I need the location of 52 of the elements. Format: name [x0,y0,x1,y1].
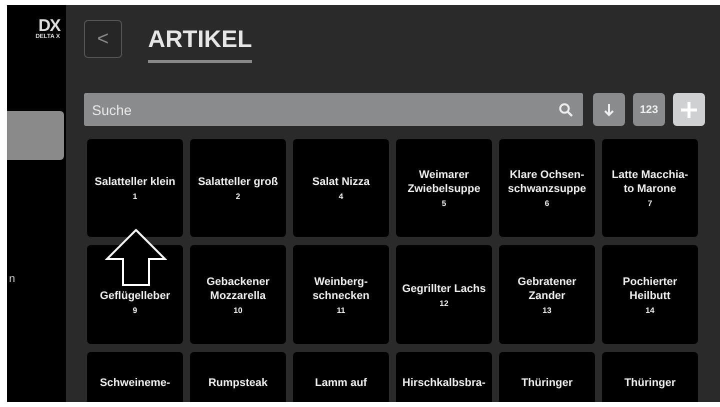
article-number: 9 [132,306,138,314]
article-number: 2 [236,192,240,201]
article-number: 5 [442,199,446,208]
article-name: Salatteller groß [198,175,278,189]
article-name: Hirschkalbsbra- [402,376,486,390]
article-name: Salat Nizza [312,175,370,189]
page-title: ARTIKEL [148,20,252,62]
article-tile[interactable]: Thüringer [602,352,698,402]
article-tile[interactable]: Gegrillter Lachs 12 [396,245,492,344]
article-tile[interactable]: Latte Macchia- to Marone 7 [602,139,698,237]
article-tile[interactable]: Gebratener Zander 13 [499,245,595,344]
article-tile[interactable]: Weimarer Zwiebelsuppe 5 [396,139,492,237]
article-tile[interactable]: Weinberg- schnecken 11 [293,245,389,344]
article-name: Salatteller klein [94,175,176,189]
article-number: 1 [132,192,138,201]
article-tile[interactable]: Salatteller klein 1 [87,139,183,237]
search-field[interactable]: Suche [84,93,583,126]
article-number: 11 [336,306,346,314]
article-number: 4 [338,192,344,201]
article-name: Thüringer [624,376,676,390]
article-tile[interactable]: Klare Ochsen- schwanzsuppe 6 [499,139,595,237]
article-tile[interactable]: Gebackener Mozzarella 10 [190,245,286,344]
back-button[interactable]: < [84,20,122,58]
sidebar-item[interactable]: n [7,254,64,303]
article-name: Weinberg- schnecken [312,274,370,302]
article-number: 12 [440,298,448,308]
article-tile[interactable]: Schweineme- [87,352,183,402]
article-name: Thüringer [521,376,573,390]
article-tile[interactable]: Lamm auf [293,352,389,402]
article-name: Rumpsteak [208,376,268,390]
article-number: 13 [542,306,552,314]
article-number: 6 [544,199,550,208]
article-name: Pochierter Heilbutt [622,274,678,302]
article-name: Gebratener Zander [518,274,576,302]
article-number: 7 [648,199,652,208]
article-tile[interactable]: Salat Nizza 4 [293,139,389,237]
article-name: Gegrillter Lachs [402,282,486,296]
article-name: Geflügelleber [100,288,170,302]
article-number: 10 [234,306,242,314]
article-number: 14 [646,306,654,314]
article-name: Weimarer Zwiebelsuppe [408,168,480,196]
article-name: Gebackener Mozzarella [206,274,270,302]
article-name: Latte Macchia- to Marone [612,168,688,196]
article-name: Schweineme- [100,376,170,390]
article-tile[interactable]: Salatteller groß 2 [190,139,286,237]
article-tile[interactable]: Rumpsteak [190,352,286,402]
article-tile[interactable]: Pochierter Heilbutt 14 [602,245,698,344]
article-tile[interactable]: Hirschkalbsbra- [396,352,492,402]
article-name: Lamm auf [315,376,367,390]
article-tile[interactable]: Thüringer [499,352,595,402]
logo-mark: DX [38,17,60,34]
article-name: Klare Ochsen- schwanzsuppe [508,168,586,196]
